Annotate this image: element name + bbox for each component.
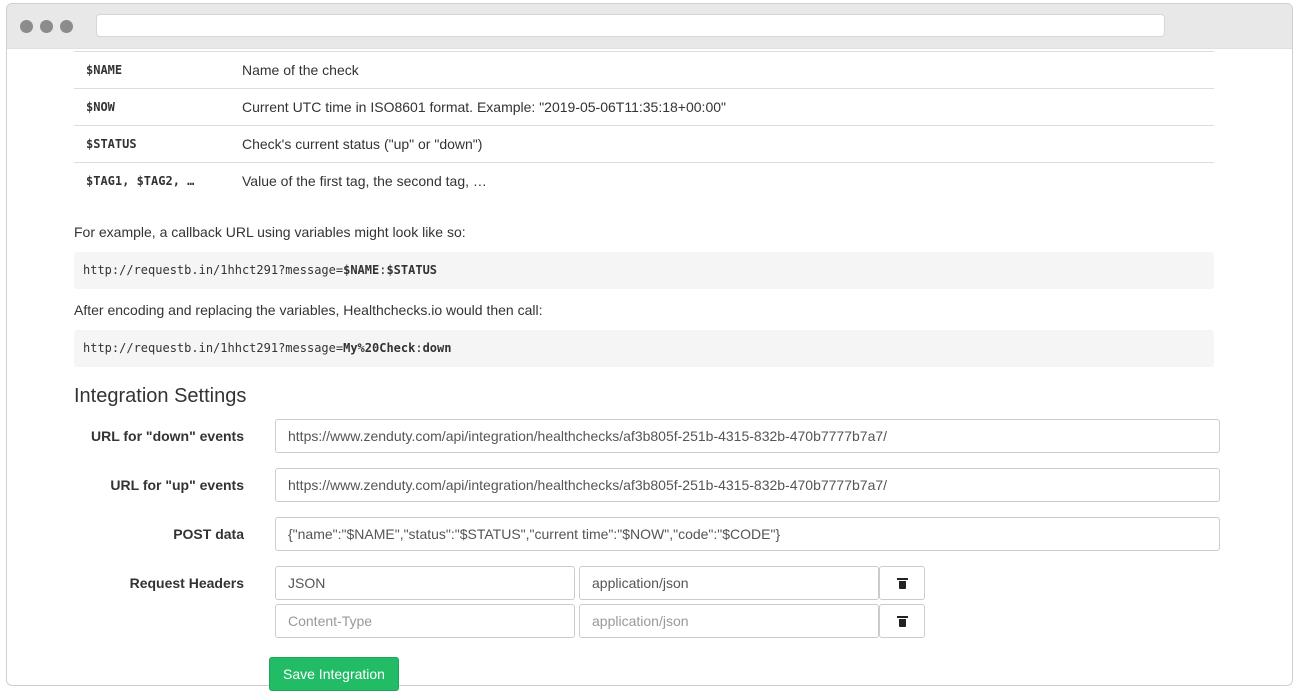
result-url-value2: down [422,341,452,355]
variable-description: Value of the first tag, the second tag, … [230,162,1214,199]
up-url-row: URL for "up" events https://www.zenduty.… [74,468,1220,502]
variable-name: $STATUS [74,125,230,163]
save-integration-button[interactable]: Save Integration [269,657,399,691]
up-url-input[interactable]: https://www.zenduty.com/api/integration/… [275,468,1220,502]
example-url-var2: $STATUS [386,263,438,277]
header-name-input-empty[interactable]: Content-Type [275,604,575,638]
header-value-input-empty[interactable]: application/json [579,604,879,638]
result-url-sep: : [415,341,423,355]
down-url-input[interactable]: https://www.zenduty.com/api/integration/… [275,419,1220,453]
example-url-prefix: http://requestb.in/1hhct291?message= [83,263,344,277]
variable-name: $NAME [74,51,230,89]
address-bar[interactable] [96,14,1165,37]
delete-header-button[interactable] [879,566,925,600]
request-headers-row: Request Headers JSON application/json [74,566,1214,600]
post-data-label: POST data [173,526,244,542]
example-url-code: http://requestb.in/1hhct291?message=$NAM… [74,252,1214,289]
variable-description: Check's current status ("up" or "down") [230,125,1214,163]
window-maximize-dot[interactable] [60,20,73,33]
integration-settings-heading: Integration Settings [74,385,247,407]
window-close-dot[interactable] [20,20,33,33]
trash-icon [896,578,908,590]
request-headers-row-new: Content-Type application/json [74,604,1214,638]
post-data-input[interactable]: {"name":"$NAME","status":"$STATUS","curr… [275,517,1220,551]
window-minimize-dot[interactable] [40,20,53,33]
header-value-input[interactable]: application/json [579,566,879,600]
header-name-input[interactable]: JSON [275,566,575,600]
result-url-code: http://requestb.in/1hhct291?message=My%2… [74,330,1214,367]
result-url-prefix: http://requestb.in/1hhct291?message= [83,341,344,355]
variable-description: Name of the check [230,51,1214,89]
example-url-var1: $NAME [343,263,380,277]
trash-icon [896,616,908,628]
up-url-label: URL for "up" events [110,477,244,493]
result-url-value1: My%20Check [343,341,416,355]
request-headers-label: Request Headers [129,575,244,591]
table-row: $TAG1, $TAG2, … Value of the first tag, … [74,162,1214,199]
delete-header-button[interactable] [879,604,925,638]
table-row: $STATUS Check's current status ("up" or … [74,125,1214,163]
table-row: $NOW Current UTC time in ISO8601 format.… [74,88,1214,126]
variable-description: Current UTC time in ISO8601 format. Exam… [230,88,1214,126]
variable-name: $TAG1, $TAG2, … [74,162,230,199]
post-data-row: POST data {"name":"$NAME","status":"$STA… [74,517,1220,551]
variables-table: $NAME Name of the check $NOW Current UTC… [74,51,1214,199]
variable-name: $NOW [74,88,230,126]
page-content: $NAME Name of the check $NOW Current UTC… [74,51,1220,691]
browser-chrome [7,4,1292,49]
example-intro: For example, a callback URL using variab… [74,224,466,240]
result-intro: After encoding and replacing the variabl… [74,302,543,318]
down-url-row: URL for "down" events https://www.zendut… [74,419,1220,453]
table-row: $NAME Name of the check [74,51,1214,89]
down-url-label: URL for "down" events [90,428,244,444]
